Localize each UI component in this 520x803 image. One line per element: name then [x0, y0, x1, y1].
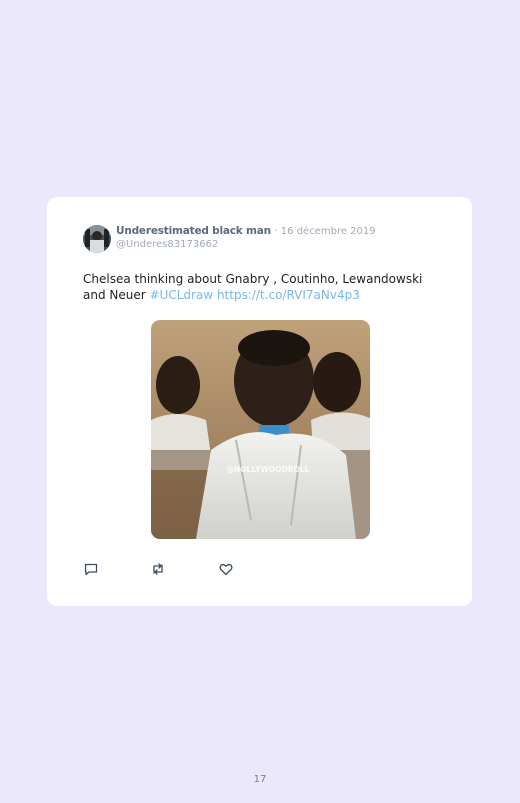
hashtag-link[interactable]: #UCLdraw	[150, 288, 214, 302]
reply-button[interactable]	[83, 561, 99, 577]
author-name[interactable]: Underestimated black man	[116, 225, 271, 237]
avatar[interactable]	[83, 225, 111, 253]
tweet-header: Underestimated black man · 16 décembre 2…	[83, 225, 376, 253]
heart-icon	[219, 563, 233, 576]
tweet-media[interactable]: @NOLLYWOODROLL	[151, 320, 370, 539]
url-link[interactable]: https://t.co/RVI7aNv4p3	[217, 288, 360, 302]
comment-icon	[84, 563, 98, 576]
media-watermark: @NOLLYWOODROLL	[227, 465, 310, 474]
page-number: 17	[253, 774, 267, 785]
tweet-card: Underestimated black man · 16 décembre 2…	[47, 197, 472, 606]
tweet-actions	[83, 561, 234, 577]
meta-separator: ·	[274, 226, 278, 237]
tweet-text: Chelsea thinking about Gnabry , Coutinho…	[83, 272, 433, 303]
retweet-button[interactable]	[150, 561, 166, 577]
retweet-icon	[153, 563, 163, 575]
tweet-date[interactable]: 16 décembre 2019	[281, 226, 376, 237]
like-button[interactable]	[218, 561, 234, 577]
author-handle[interactable]: @Underes83173662	[116, 238, 376, 251]
